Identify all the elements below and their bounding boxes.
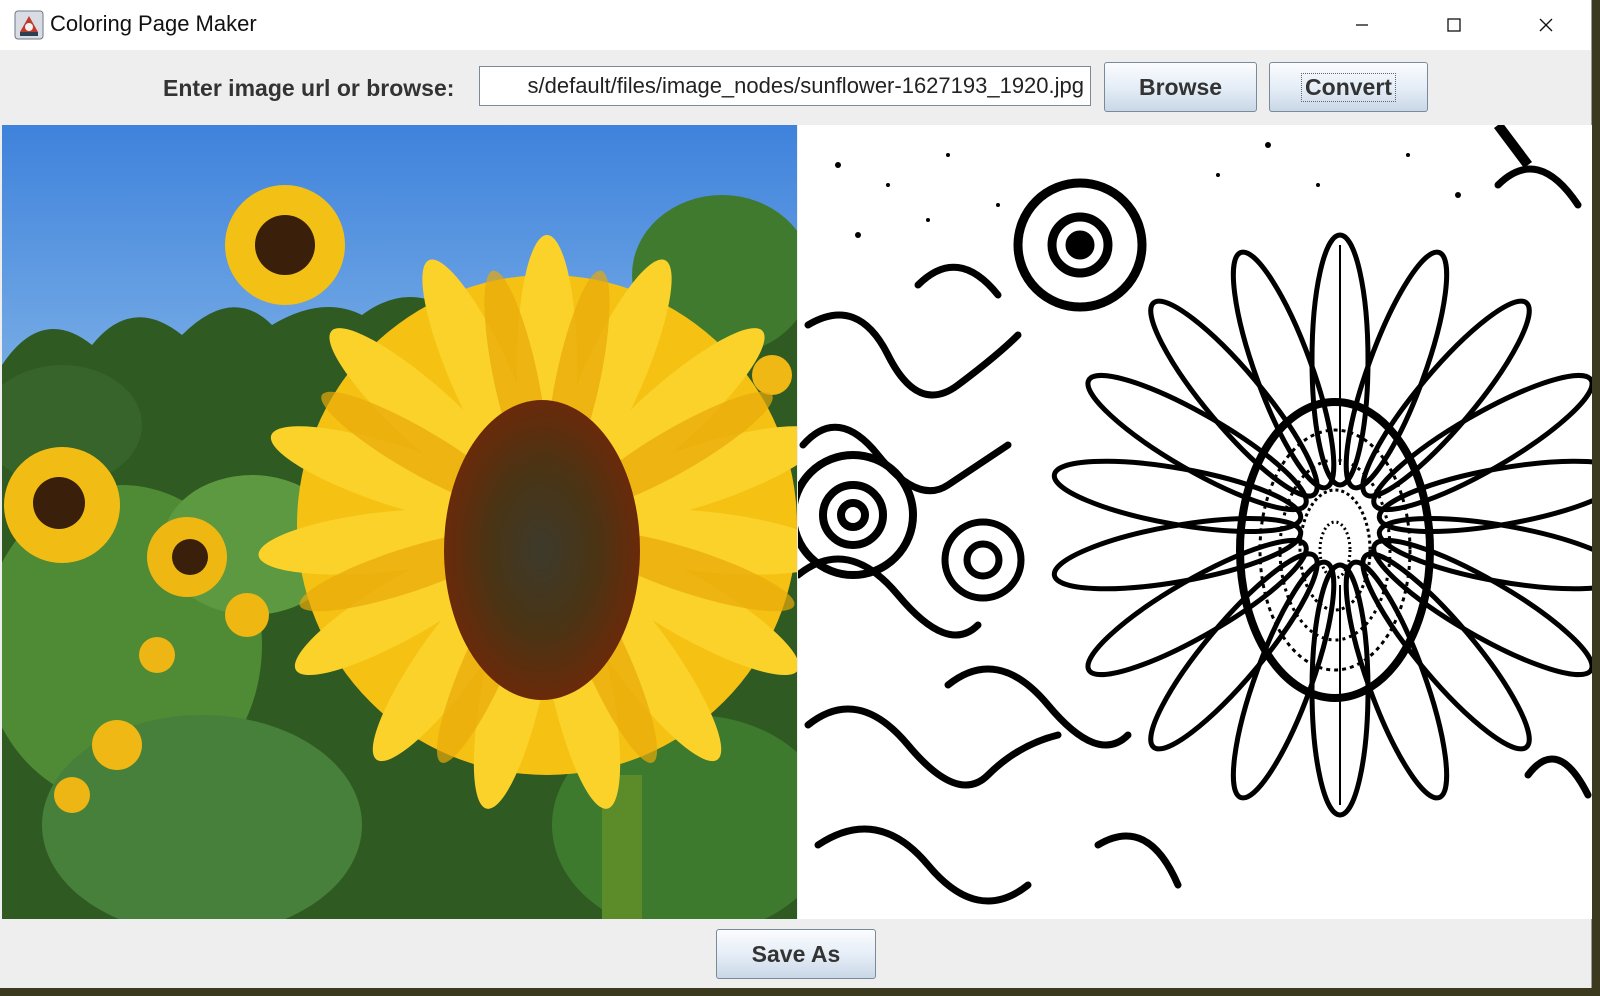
close-icon: [1539, 18, 1553, 32]
close-button[interactable]: [1500, 0, 1592, 50]
input-toolbar: Enter image url or browse: Browse Conver…: [0, 50, 1591, 125]
title-bar[interactable]: Coloring Page Maker: [0, 0, 1591, 50]
bottom-bar: Save As: [0, 919, 1591, 988]
coloring-page-panel: [798, 125, 1592, 919]
browse-button[interactable]: Browse: [1104, 62, 1257, 112]
minimize-icon: [1356, 24, 1368, 26]
maximize-icon: [1447, 18, 1461, 32]
original-sunflower-image: [2, 125, 797, 919]
convert-button[interactable]: Convert: [1269, 62, 1428, 112]
maximize-button[interactable]: [1408, 0, 1500, 50]
save-as-button[interactable]: Save As: [716, 929, 876, 979]
java-app-icon: [14, 10, 44, 40]
image-url-input[interactable]: [479, 66, 1091, 106]
coloring-page-image: [798, 125, 1592, 919]
app-window: Coloring Page Maker Enter image url or b…: [0, 0, 1592, 988]
window-title: Coloring Page Maker: [50, 11, 257, 36]
original-image-panel: [2, 125, 797, 919]
convert-button-label: Convert: [1301, 72, 1396, 102]
url-prompt-label: Enter image url or browse:: [163, 75, 455, 101]
minimize-button[interactable]: [1316, 0, 1408, 50]
